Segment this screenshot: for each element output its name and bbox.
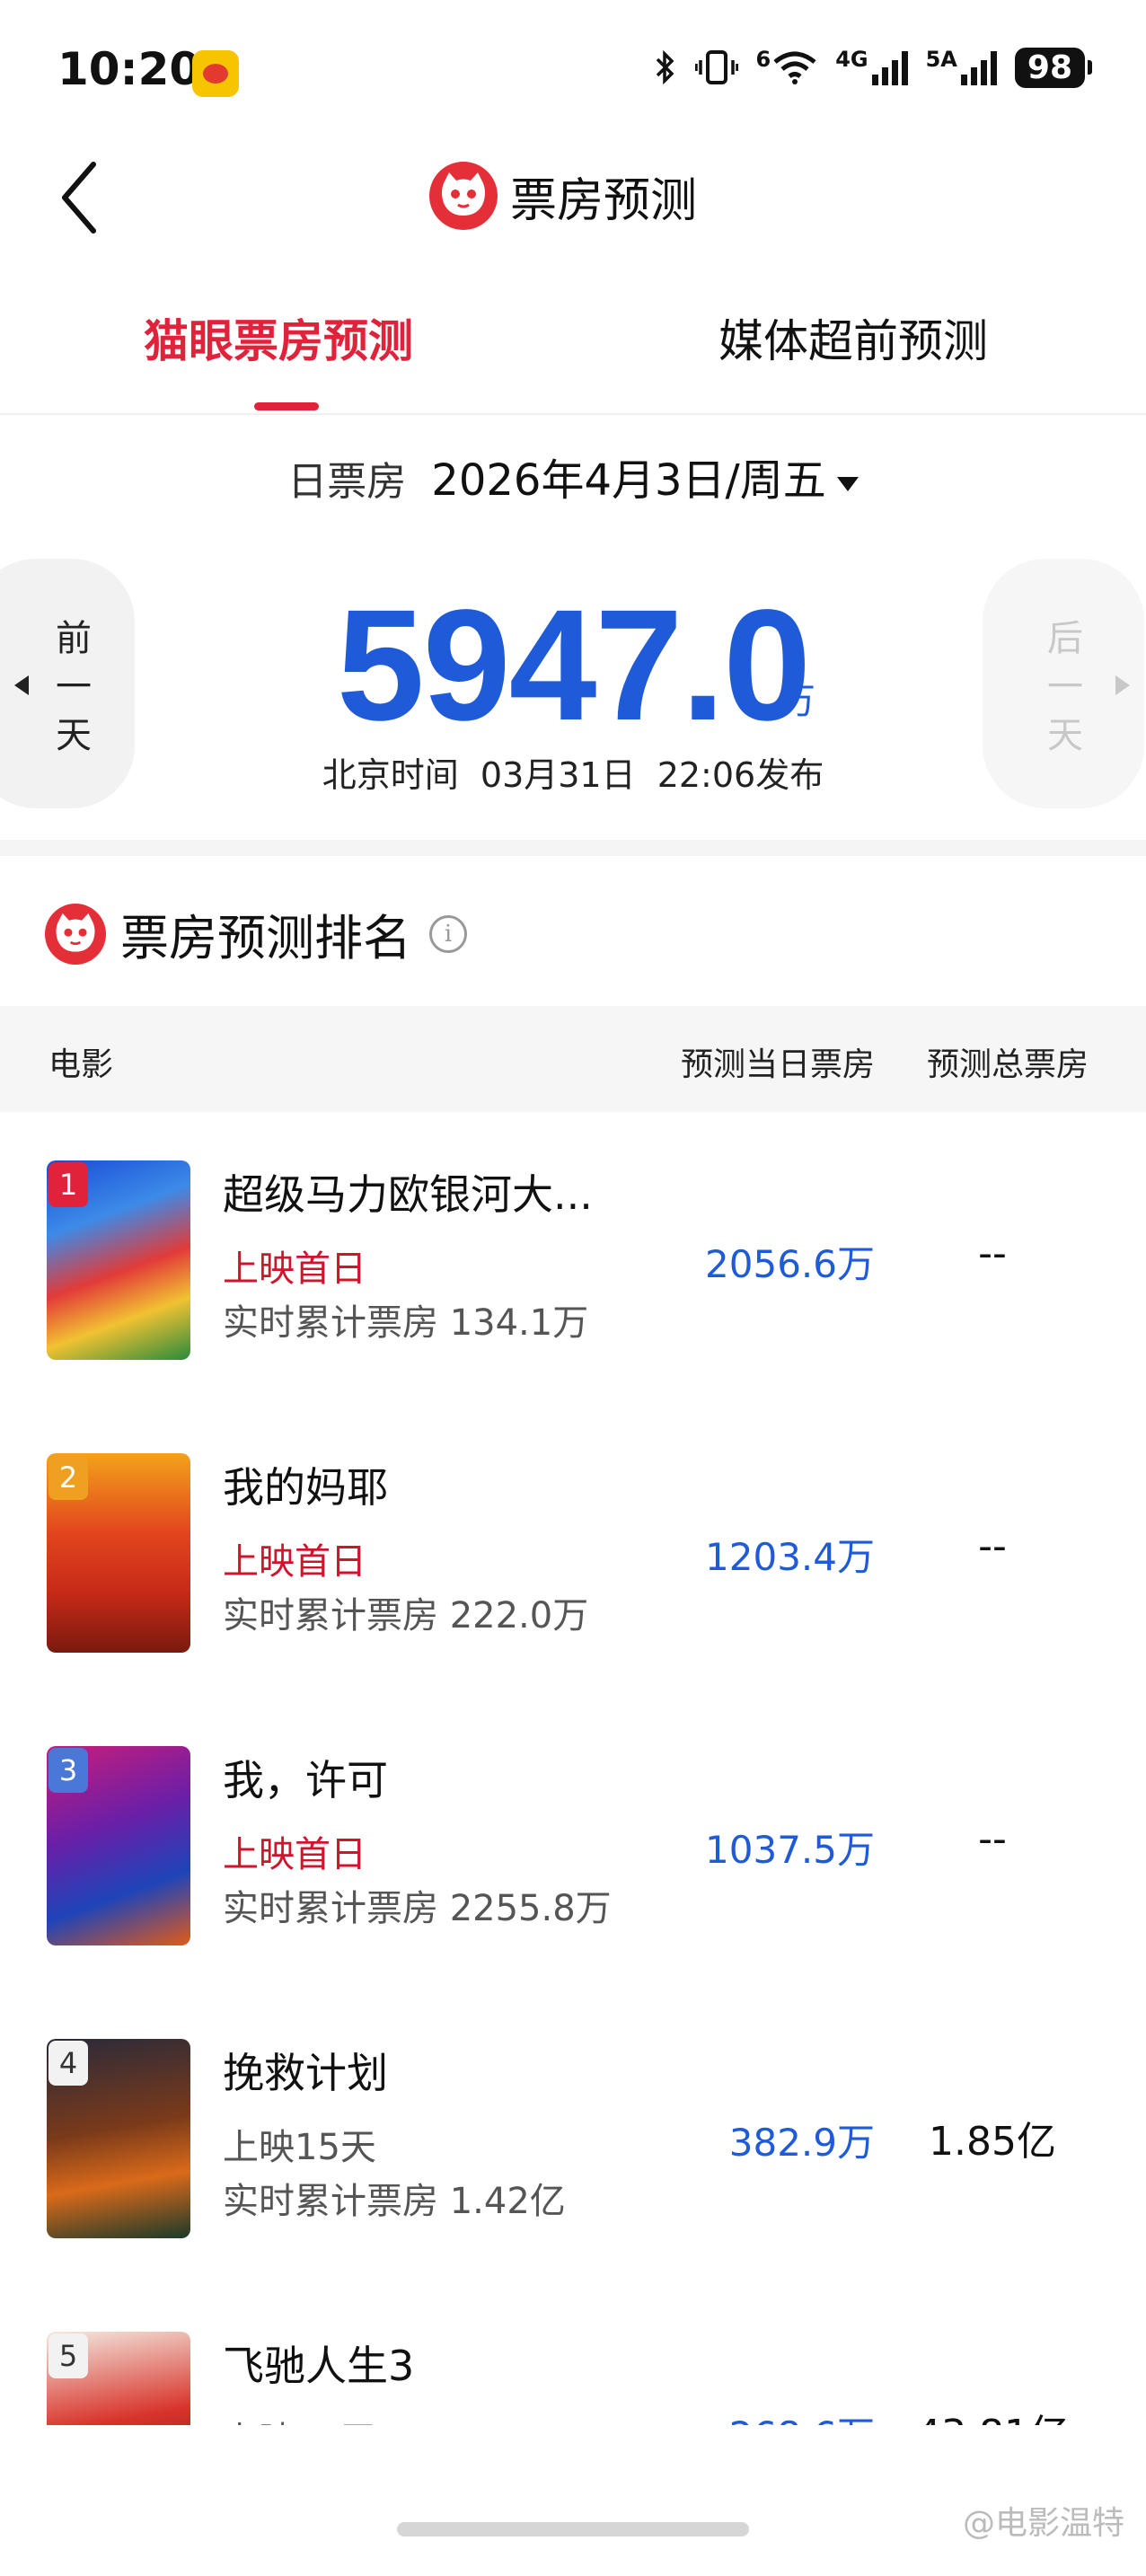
table-row[interactable]: 1 超级马力欧银河大... 上映首日 实时累计票房 134.1万 2056.6万… (0, 1112, 1146, 1405)
ranking-header: 票房预测排名 i (45, 898, 467, 969)
forecast-day-value: 1037.5万 (705, 1828, 875, 1872)
table-row[interactable]: 3 我，许可 上映首日 实时累计票房 2255.8万 1037.5万 -- (0, 1698, 1146, 1990)
table-row[interactable]: 4 挽救计划 上映15天 实时累计票房 1.42亿 382.9万 1.85亿 (0, 1990, 1146, 2283)
movie-title: 我，许可 (223, 1756, 388, 1804)
home-indicator[interactable] (397, 2522, 749, 2536)
total-forecast-value: 5947.0 (336, 578, 811, 754)
forecast-total-value: -- (978, 1816, 1007, 1862)
cumulative-box-office: 实时累计票房 134.1万 (223, 1302, 589, 1344)
status-icons: 6 4G 5A 98 (654, 47, 1093, 88)
vibrate-icon (694, 50, 738, 84)
rank-badge: 3 (48, 1748, 88, 1793)
battery-icon: 98 (1014, 47, 1093, 88)
rank-badge: 4 (48, 2041, 88, 2086)
release-status: 上映首日 (223, 1248, 366, 1290)
rank-badge: 1 (48, 1162, 88, 1207)
maoyan-cat-icon (45, 903, 106, 965)
wifi-icon (773, 51, 816, 84)
maoyan-cat-icon (429, 162, 498, 230)
movie-title: 挽救计划 (223, 2049, 388, 2097)
status-time: 10:20 (57, 43, 201, 95)
divider (0, 413, 1146, 415)
page-title: 票房预测 (510, 173, 698, 228)
bluetooth-icon (656, 49, 674, 85)
info-icon[interactable]: i (429, 914, 467, 953)
movie-poster[interactable]: 1 (47, 1160, 190, 1360)
chevron-left-icon (62, 162, 96, 234)
signal-icon (871, 49, 908, 85)
section-separator (0, 840, 1146, 856)
forecast-day-value: 382.9万 (728, 2121, 875, 2165)
movie-title: 超级马力欧银河大... (223, 1170, 593, 1219)
header-title-group: 票房预测 (429, 162, 697, 230)
tab-maoyan-forecast[interactable]: 猫眼票房预测 (144, 305, 413, 370)
publish-info: 北京时间 03月31日 22:06发布 (0, 747, 1146, 797)
tab-active-indicator (254, 402, 319, 410)
caret-down-icon (836, 477, 859, 491)
watermark: @电影温特 (962, 2505, 1124, 2542)
forecast-total-value: 1.85亿 (929, 2119, 1056, 2165)
back-button[interactable] (54, 157, 108, 238)
publish-date: 03月31日 (480, 755, 636, 795)
network-label-2: 4G (835, 47, 868, 72)
column-total-forecast: 预测总票房 (927, 1046, 1089, 1083)
forecast-day-value: 2056.6万 (705, 1242, 875, 1286)
forecast-total-value: -- (978, 1523, 1007, 1569)
table-header: 电影 预测当日票房 预测总票房 (0, 1006, 1146, 1112)
cumulative-box-office: 实时累计票房 2255.8万 (223, 1888, 612, 1929)
cumulative-box-office: 实时累计票房 222.0万 (223, 1595, 589, 1636)
release-status: 上映首日 (223, 1541, 366, 1583)
cumulative-box-office: 实时累计票房 1.42亿 (223, 2181, 566, 2222)
forecast-day-value: 1203.4万 (705, 1535, 875, 1579)
movie-poster[interactable]: 4 (47, 2039, 190, 2238)
movie-poster[interactable]: 3 (47, 1746, 190, 1945)
column-movie: 电影 (48, 1046, 114, 1083)
forecast-total-value: -- (978, 1231, 1007, 1276)
network-label-1: 6 (755, 47, 771, 72)
release-status: 上映15天 (223, 2127, 376, 2168)
movie-title: 飞驰人生3 (223, 2342, 415, 2390)
ranking-title: 票房预测排名 (120, 910, 411, 966)
table-row[interactable]: 2 我的妈耶 上映首日 实时累计票房 222.0万 1203.4万 -- (0, 1405, 1146, 1698)
publish-prefix: 北京时间 (322, 755, 459, 795)
movie-poster[interactable]: 2 (47, 1453, 190, 1653)
signal-icon (960, 49, 997, 85)
battery-level: 98 (1027, 49, 1072, 86)
release-status: 上映首日 (223, 1834, 366, 1875)
weibo-icon (192, 50, 239, 97)
tab-media-forecast[interactable]: 媒体超前预测 (718, 305, 988, 370)
column-day-forecast: 预测当日票房 (681, 1046, 876, 1083)
movie-title: 我的妈耶 (223, 1463, 388, 1512)
network-label-3: 5A (925, 47, 957, 72)
rank-badge: 2 (48, 1455, 88, 1500)
publish-time: 22:06发布 (657, 755, 824, 795)
total-forecast-unit: 万 (780, 681, 815, 722)
date-type-label: 日票房 (287, 459, 407, 505)
date-value: 2026年4月3日/周五 (431, 455, 826, 506)
rank-badge: 5 (48, 2333, 88, 2378)
date-selector[interactable]: 日票房 2026年4月3日/周五 (0, 445, 1146, 507)
